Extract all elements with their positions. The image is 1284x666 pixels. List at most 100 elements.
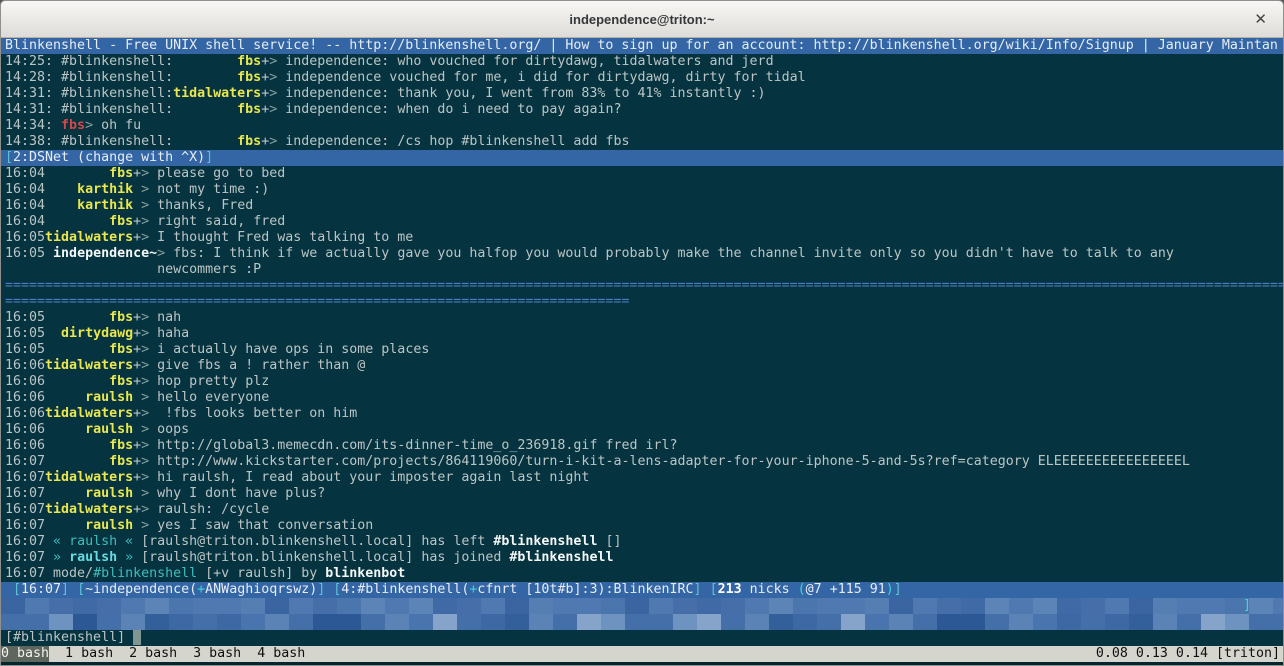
text-segment: 16:07 bbox=[5, 454, 109, 469]
censored-block bbox=[625, 614, 649, 630]
censored-block bbox=[97, 614, 121, 630]
censored-block bbox=[1033, 598, 1057, 614]
screen-window-item: 3 bash bbox=[177, 646, 241, 662]
text-segment: » bbox=[117, 550, 133, 565]
text-segment: ANWaghioqrswz) bbox=[205, 582, 317, 597]
chat-line: 16:07tidalwaters+> hi raulsh, I read abo… bbox=[1, 470, 1283, 486]
chat-line: 16:06 fbs+> hop pretty plz bbox=[1, 374, 1283, 390]
text-segment: > bbox=[141, 326, 149, 341]
text-segment: independence: /cs hop #blinkenshell add … bbox=[277, 134, 629, 149]
text-segment: dirtydawg bbox=[61, 326, 133, 341]
censored-block bbox=[241, 614, 265, 630]
text-segment: [ bbox=[69, 582, 85, 597]
censored-block bbox=[1201, 598, 1225, 614]
text-segment bbox=[133, 486, 141, 501]
censored-block bbox=[1057, 614, 1081, 630]
text-segment: 4:#blinkenshell( bbox=[341, 582, 469, 597]
censored-block bbox=[409, 614, 433, 630]
censored-block bbox=[1105, 598, 1129, 614]
text-segment: + bbox=[197, 582, 205, 597]
chat-line: 16:07 « raulsh « [raulsh@triton.blinkens… bbox=[1, 534, 1283, 550]
text-segment: #blinkenshell bbox=[493, 534, 597, 549]
text-segment: karthik bbox=[77, 198, 133, 213]
chat-line: 14:31: #blinkenshell: fbs+> independence… bbox=[1, 102, 1283, 118]
text-segment: blinkenbot bbox=[325, 566, 405, 581]
close-button[interactable]: ✕ bbox=[1254, 1, 1267, 37]
screen-window-item: 1 bash bbox=[49, 646, 113, 662]
censored-block bbox=[121, 598, 145, 614]
text-segment: http://www.kickstarter.com/projects/8641… bbox=[149, 454, 1190, 469]
topic-bar: Blinkenshell - Free UNIX shell service! … bbox=[1, 38, 1283, 54]
text-segment: 16:07 bbox=[21, 582, 61, 597]
text-segment: + bbox=[133, 310, 141, 325]
censored-block bbox=[265, 614, 289, 630]
text-segment: raulsh bbox=[69, 534, 117, 549]
censored-block bbox=[145, 614, 169, 630]
censored-block bbox=[1273, 614, 1283, 630]
censored-block bbox=[913, 614, 937, 630]
text-segment: > bbox=[157, 246, 165, 261]
text-segment bbox=[133, 390, 141, 405]
censored-block bbox=[889, 614, 913, 630]
censored-block bbox=[769, 614, 793, 630]
text-segment: 16:04 bbox=[5, 166, 109, 181]
censored-block bbox=[961, 614, 985, 630]
chat-line: 16:04 fbs+> right said, fred bbox=[1, 214, 1283, 230]
text-segment: 16:07 bbox=[5, 486, 85, 501]
censored-block bbox=[1129, 614, 1153, 630]
stray-bracket: ] bbox=[1243, 598, 1251, 614]
text-segment: fbs bbox=[109, 310, 133, 325]
chat-line: 16:07 fbs+> http://www.kickstarter.com/p… bbox=[1, 454, 1283, 470]
censored-block bbox=[697, 598, 721, 614]
text-segment: tidalwaters bbox=[45, 358, 133, 373]
text-segment: 14:28: #blinkenshell: bbox=[5, 70, 173, 85]
text-segment: haha bbox=[149, 326, 189, 341]
titlebar: independence@triton:~ ✕ bbox=[1, 1, 1283, 38]
text-segment: 16:06 bbox=[5, 406, 45, 421]
text-segment: + bbox=[133, 502, 141, 517]
text-segment: > bbox=[141, 166, 149, 181]
censored-block bbox=[841, 614, 865, 630]
censored-block bbox=[289, 598, 313, 614]
censored-block bbox=[1249, 614, 1273, 630]
text-segment: 16:05 bbox=[5, 246, 53, 261]
chat-line: 16:04 fbs+> please go to bed bbox=[1, 166, 1283, 182]
text-segment: » bbox=[53, 550, 69, 565]
text-segment: @7 +115 91 bbox=[806, 582, 886, 597]
text-segment: + bbox=[133, 214, 141, 229]
censored-block bbox=[313, 614, 337, 630]
text-segment: fbs bbox=[237, 102, 261, 117]
censored-block bbox=[937, 598, 961, 614]
censored-block bbox=[1153, 598, 1177, 614]
censored-block bbox=[337, 598, 361, 614]
text-segment: > bbox=[141, 198, 149, 213]
text-segment: why I dont have plus? bbox=[149, 486, 325, 501]
censored-block bbox=[1129, 598, 1153, 614]
censored-block bbox=[817, 598, 841, 614]
chat-line: newcommers :P bbox=[1, 262, 1283, 278]
chat-line: 16:06tidalwaters+> give fbs a ! rather t… bbox=[1, 358, 1283, 374]
censored-block bbox=[361, 614, 385, 630]
text-segment: > bbox=[141, 438, 149, 453]
text-segment: 16:07 bbox=[5, 502, 45, 517]
chat-line: 16:07tidalwaters+> raulsh: /cycle bbox=[1, 502, 1283, 518]
text-segment: tidalwaters bbox=[45, 230, 133, 245]
text-segment: fbs bbox=[109, 438, 133, 453]
chat-line: 16:06 fbs+> http://global3.memecdn.com/i… bbox=[1, 438, 1283, 454]
text-segment: independence: when do i need to pay agai… bbox=[277, 102, 621, 117]
censored-block bbox=[73, 614, 97, 630]
text-segment: tidalwaters bbox=[45, 470, 133, 485]
terminal-window: independence@triton:~ ✕ Blinkenshell - F… bbox=[0, 0, 1284, 666]
text-segment: ========================================… bbox=[5, 278, 1283, 293]
topic-text: Blinkenshell - Free UNIX shell service! … bbox=[5, 38, 1278, 53]
text-segment: > bbox=[141, 390, 149, 405]
censored-block bbox=[577, 614, 601, 630]
censored-block bbox=[721, 598, 745, 614]
input-line[interactable]: [#blinkenshell] bbox=[1, 630, 1283, 646]
text-segment: independence bbox=[53, 246, 149, 261]
text-segment: 213 bbox=[718, 582, 742, 597]
text-segment: 16:05 bbox=[5, 326, 61, 341]
text-segment: « bbox=[117, 534, 133, 549]
censored-block bbox=[889, 598, 913, 614]
text-segment: fbs bbox=[109, 374, 133, 389]
